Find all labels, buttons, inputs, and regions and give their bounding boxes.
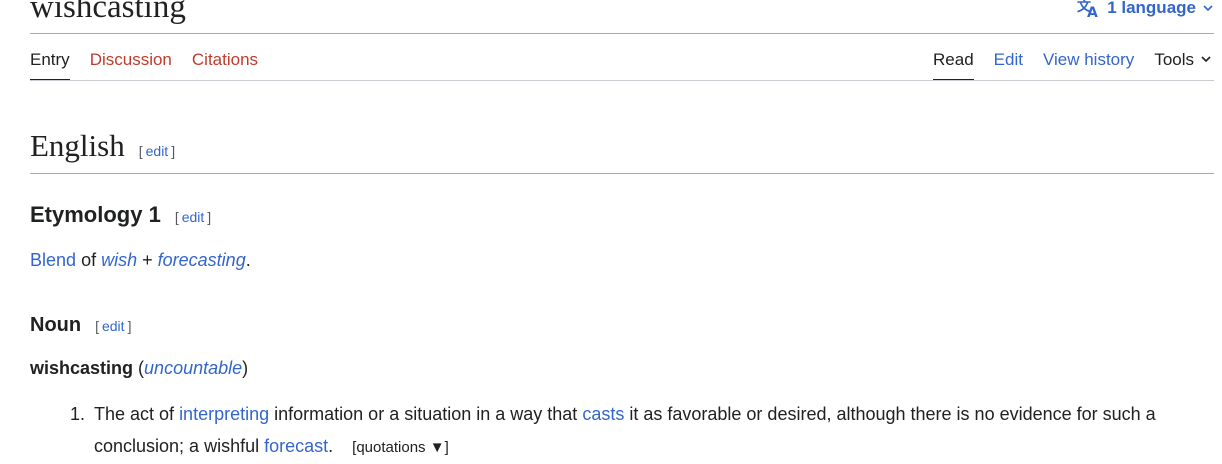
english-divider <box>30 173 1214 174</box>
chevron-down-icon <box>1202 2 1214 14</box>
tab-read[interactable]: Read <box>933 50 974 81</box>
edit-section-etymology: [edit] <box>174 209 212 225</box>
edit-link[interactable]: edit <box>182 209 205 225</box>
heading-etymology: Etymology 1 [edit] <box>30 201 211 231</box>
link-casts[interactable]: casts <box>582 404 624 424</box>
tools-menu-label: Tools <box>1154 50 1194 69</box>
edit-link[interactable]: edit <box>146 143 169 159</box>
edit-section-english: [edit] <box>138 143 176 159</box>
link-uncountable[interactable]: uncountable <box>144 358 242 378</box>
link-forecasting[interactable]: forecasting <box>158 250 246 270</box>
view-tabs: Read Edit View history Tools <box>933 50 1212 81</box>
tab-edit[interactable]: Edit <box>994 50 1023 80</box>
tab-view-history[interactable]: View history <box>1043 50 1134 80</box>
headword: wishcasting <box>30 358 134 378</box>
link-forecast[interactable]: forecast <box>264 436 328 456</box>
tab-discussion[interactable]: Discussion <box>90 50 172 80</box>
tabs-divider <box>30 80 1214 81</box>
edit-section-noun: [edit] <box>95 318 132 334</box>
heading-noun-text: Noun <box>30 314 82 336</box>
title-divider <box>30 33 1214 34</box>
definition-list: 1. The act of interpreting information o… <box>70 398 1214 464</box>
namespace-tabs: Entry Discussion Citations <box>30 50 258 81</box>
link-blend[interactable]: Blend <box>30 250 76 270</box>
heading-english: English [edit] <box>30 128 175 169</box>
language-button[interactable]: 文 A 1 language <box>1077 0 1214 18</box>
definition-number: 1. <box>70 404 86 424</box>
heading-noun: Noun [edit] <box>30 312 131 339</box>
heading-etymology-text: Etymology 1 <box>30 202 161 227</box>
language-button-label: 1 language <box>1107 0 1196 17</box>
chevron-down-icon <box>1200 50 1212 70</box>
tab-citations[interactable]: Citations <box>192 50 258 80</box>
link-interpreting[interactable]: interpreting <box>179 404 269 424</box>
definition-item: 1. The act of interpreting information o… <box>70 398 1214 464</box>
edit-link[interactable]: edit <box>102 318 125 334</box>
tools-menu[interactable]: Tools <box>1154 50 1212 80</box>
svg-text:A: A <box>1087 5 1098 18</box>
headword-line: wishcasting (uncountable) <box>30 358 249 378</box>
tab-entry[interactable]: Entry <box>30 50 70 81</box>
link-wish[interactable]: wish <box>101 250 137 270</box>
heading-english-text: English <box>30 128 125 163</box>
quotations-toggle[interactable]: [quotations ▼] <box>352 439 449 456</box>
translate-icon: 文 A <box>1077 0 1101 18</box>
page-title: wishcasting <box>30 0 186 25</box>
etymology-text: Blend of wish + forecasting. <box>30 250 251 270</box>
